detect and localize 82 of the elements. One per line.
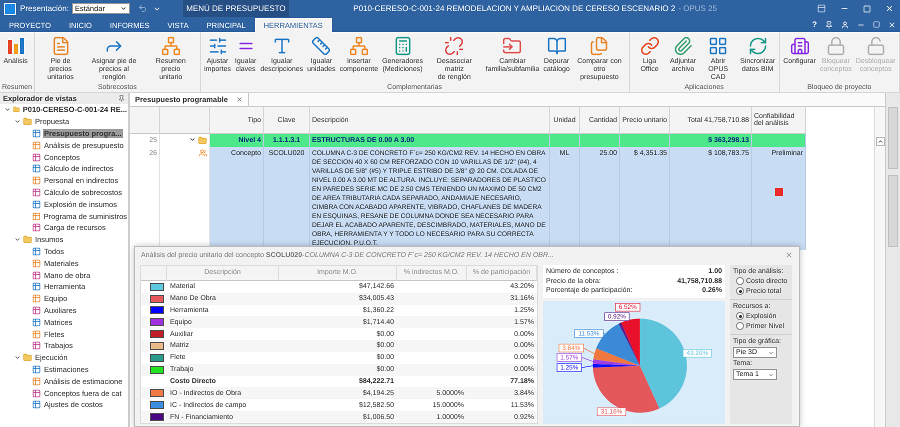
view-icon — [32, 176, 41, 186]
radio-icon[interactable] — [736, 312, 744, 320]
presentation-label: Presentación: — [20, 4, 69, 13]
table-cell — [580, 134, 620, 147]
view-icon — [32, 164, 41, 174]
collapse-caret-icon[interactable] — [14, 236, 20, 244]
view-icon — [32, 400, 41, 410]
folder-icon — [23, 353, 32, 362]
window-title: P010-CERESO-C-001-24 REMODELACION Y AMPLIACION DE CERESO ESCENARIO 2 — [353, 4, 676, 13]
building-icon — [790, 36, 810, 56]
sync-icon — [748, 36, 768, 56]
folder-icon — [198, 136, 207, 145]
sliders-icon — [208, 36, 228, 56]
collapse-caret-icon[interactable] — [14, 354, 20, 362]
table-cell — [550, 134, 580, 147]
caret-icon — [120, 5, 127, 12]
undo-icon[interactable] — [138, 4, 147, 13]
view-icon — [32, 364, 41, 374]
blueprint-icon — [708, 36, 728, 56]
view-icon — [32, 152, 41, 162]
collapse-caret-icon[interactable] — [189, 136, 196, 143]
maximize-icon[interactable] — [863, 4, 871, 12]
scroll-arrow-icon[interactable] — [876, 137, 884, 146]
files-icon — [589, 36, 610, 56]
view-icon — [32, 140, 41, 150]
leader-line — [583, 347, 595, 354]
restore-icon[interactable] — [873, 21, 880, 28]
help-link[interactable]: ? — [812, 20, 817, 29]
close-icon[interactable] — [785, 251, 793, 259]
folder-icon — [23, 235, 32, 244]
radio-icon[interactable] — [736, 287, 744, 295]
close-icon[interactable] — [236, 96, 243, 103]
unlink-icon — [444, 36, 464, 56]
hierarchy-icon — [348, 36, 369, 56]
view-icon — [32, 212, 41, 221]
view-icon — [32, 223, 41, 232]
view-icon — [32, 330, 41, 339]
folder-icon — [13, 105, 20, 114]
link-icon — [640, 36, 660, 56]
app-logo-icon[interactable] — [4, 2, 16, 14]
user-icon[interactable] — [841, 20, 849, 28]
collapse-caret-icon[interactable] — [4, 106, 11, 114]
view-icon — [32, 200, 41, 209]
radio-icon[interactable] — [736, 322, 744, 330]
view-icon — [32, 282, 41, 292]
ruler-icon — [311, 36, 332, 56]
collapse-caret-icon[interactable] — [14, 118, 20, 126]
app-name: - OPUS 25 — [678, 4, 717, 13]
leader-line — [602, 332, 606, 334]
view-icon — [32, 306, 41, 315]
context-header: MENÚ DE PRESUPUESTO — [182, 0, 289, 17]
leader-line — [581, 364, 594, 368]
view-icon — [32, 341, 41, 350]
view-icon — [32, 188, 41, 197]
view-icon — [32, 258, 41, 268]
view-icon — [32, 318, 41, 327]
view-icon — [32, 376, 41, 386]
view-icon — [32, 270, 41, 280]
folder-icon — [502, 36, 522, 56]
text-icon — [272, 36, 292, 56]
pin-icon[interactable] — [825, 20, 833, 28]
view-icon — [32, 128, 41, 138]
layout-icon[interactable] — [817, 4, 826, 13]
view-icon — [32, 294, 41, 304]
hierarchy-icon — [160, 36, 181, 56]
calculator-icon — [392, 36, 413, 56]
concept-icon — [199, 149, 207, 157]
folder-icon — [23, 117, 32, 126]
view-icon — [32, 388, 41, 398]
book-icon — [546, 36, 567, 56]
paperclip-icon — [673, 36, 694, 56]
caret-icon — [768, 372, 774, 378]
lock-icon — [826, 36, 846, 56]
radio-icon[interactable] — [736, 277, 744, 285]
unlock-icon — [866, 36, 886, 56]
document-icon — [50, 36, 70, 56]
view-icon — [32, 246, 41, 256]
table-cell — [620, 134, 670, 147]
bar-chart-icon — [6, 36, 26, 56]
leader-line — [581, 356, 594, 362]
caret-icon — [768, 350, 774, 356]
pin-icon[interactable] — [118, 95, 125, 102]
